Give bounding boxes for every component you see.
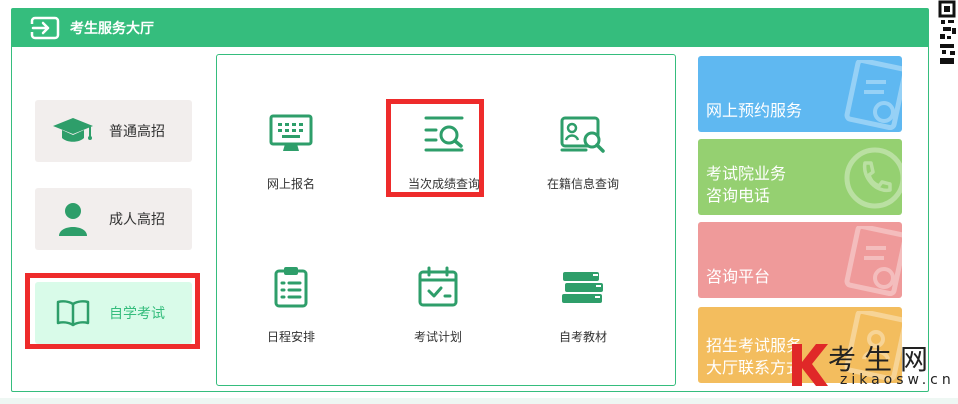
- calendar-check-icon: [415, 264, 461, 310]
- service-exam-plan[interactable]: 考试计划: [383, 264, 493, 354]
- card-label: 咨询平台: [706, 267, 771, 286]
- login-arrow-icon: [30, 16, 60, 40]
- service-label: 自考教材: [558, 330, 607, 344]
- card-label: 考试院业务 咨询电话: [706, 164, 787, 205]
- watermark-logo: 考生网 zikaosw.cn: [790, 338, 951, 394]
- graduation-cap-icon: [51, 113, 95, 149]
- category-label: 普通高招: [109, 124, 165, 140]
- k-logo-icon: [792, 344, 828, 386]
- category-regular-admission[interactable]: 普通高招: [35, 100, 192, 162]
- card-label: 网上预约服务: [706, 101, 803, 120]
- card-online-appointment[interactable]: 网上预约服务: [698, 56, 902, 132]
- panel-header: 考生服务大厅: [12, 9, 928, 47]
- books-icon: [560, 264, 606, 310]
- clipboard-icon: [268, 264, 314, 310]
- highlight-box-category: [25, 273, 200, 349]
- highlight-box-service: [386, 99, 484, 197]
- phone-icon: [844, 147, 902, 209]
- service-label: 网上报名: [266, 177, 315, 191]
- panel-title: 考生服务大厅: [70, 21, 154, 37]
- card-consult-platform[interactable]: 咨询平台: [698, 222, 902, 298]
- service-online-registration[interactable]: 网上报名: [236, 111, 346, 201]
- category-adult-admission[interactable]: 成人高招: [35, 188, 192, 250]
- id-card-search-icon: [560, 111, 606, 157]
- category-label: 成人高招: [109, 212, 165, 228]
- qr-code-icon[interactable]: [938, 0, 958, 66]
- service-label: 考试计划: [413, 330, 462, 344]
- person-icon: [51, 201, 95, 237]
- document-icon: [844, 60, 902, 130]
- service-label: 在籍信息查询: [546, 177, 619, 191]
- document-icon: [844, 226, 902, 296]
- service-enrollment-info-query[interactable]: 在籍信息查询: [528, 111, 638, 201]
- service-schedule[interactable]: 日程安排: [236, 264, 346, 354]
- card-label: 招生考试服务 大厅联系方式: [706, 336, 803, 377]
- service-label: 日程安排: [266, 330, 315, 344]
- card-consult-phone[interactable]: 考试院业务 咨询电话: [698, 139, 902, 215]
- computer-keyboard-icon: [268, 111, 314, 157]
- page-bottom-divider: [0, 398, 958, 404]
- watermark-domain: zikaosw.cn: [840, 372, 955, 388]
- service-textbooks[interactable]: 自考教材: [528, 264, 638, 354]
